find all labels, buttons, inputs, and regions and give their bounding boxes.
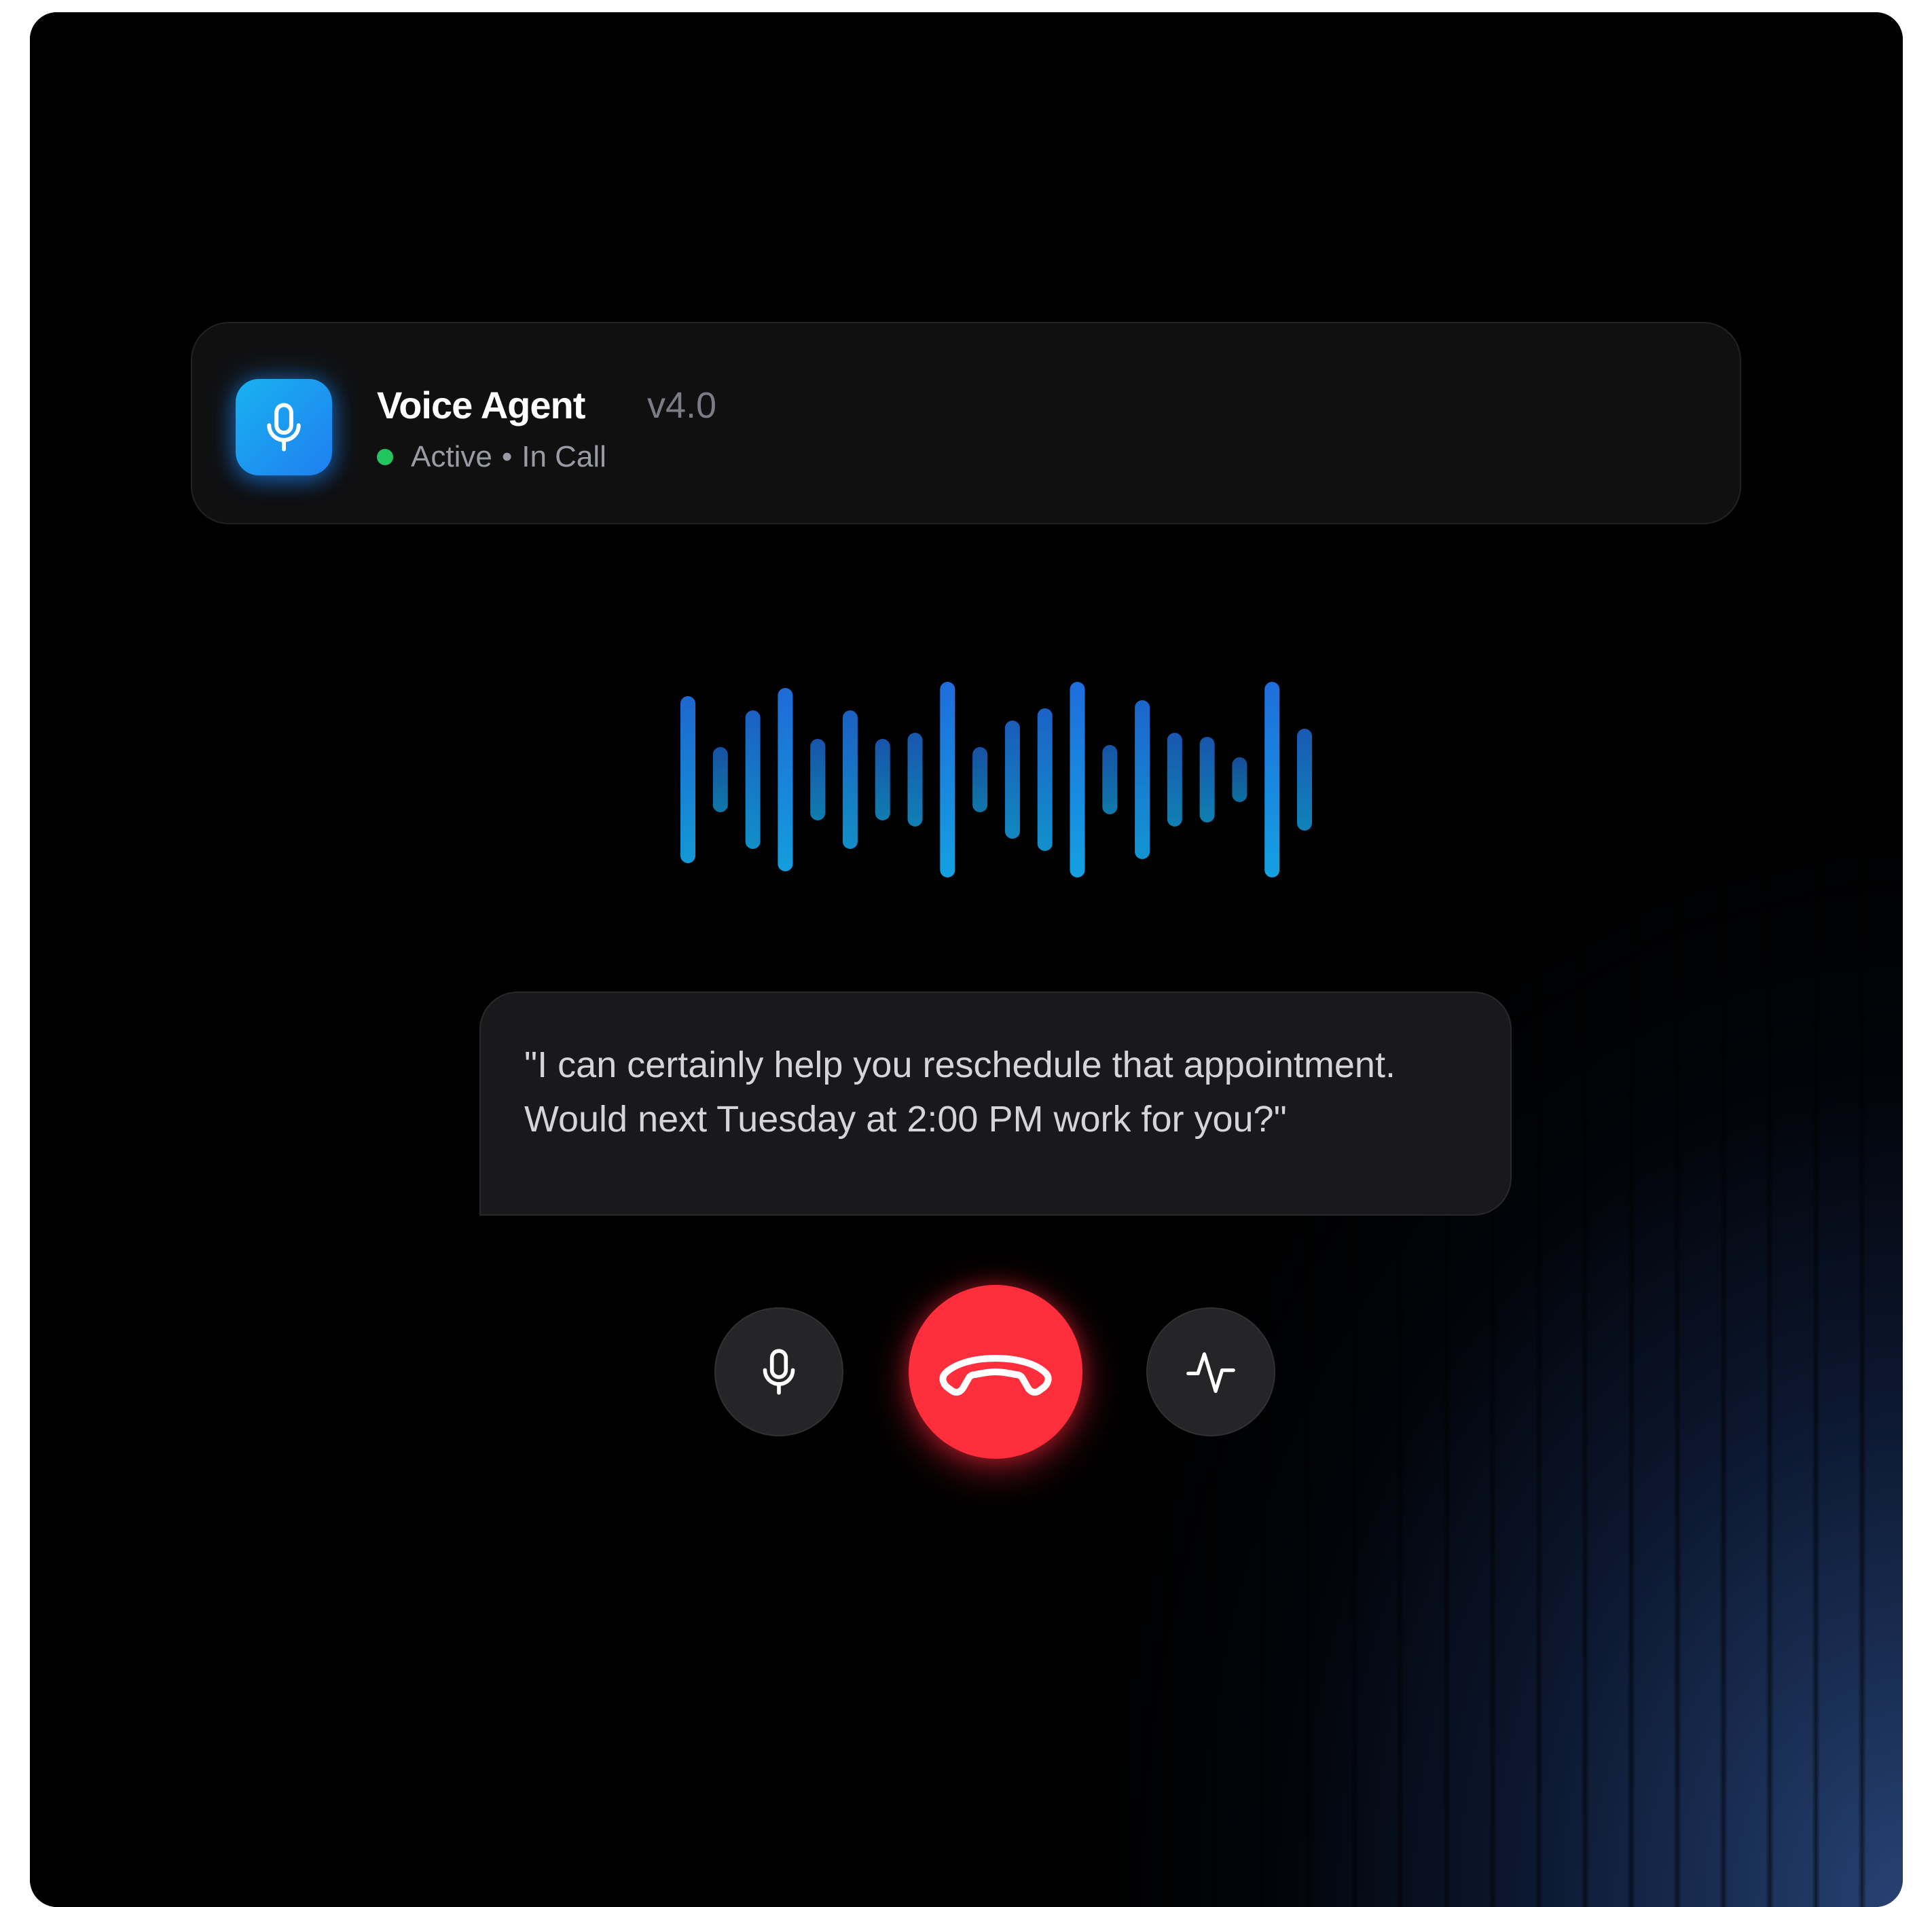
call-state-label: In Call bbox=[522, 440, 606, 473]
audio-waveform bbox=[680, 682, 1312, 877]
agent-header-card: Voice Agent v4.0 Active • In Call bbox=[191, 322, 1741, 524]
voice-agent-window: Voice Agent v4.0 Active • In Call "I can… bbox=[30, 12, 1903, 1907]
waveform-bar bbox=[940, 682, 955, 877]
status-label: Active bbox=[411, 440, 492, 473]
phone-hangup-icon bbox=[939, 1355, 1052, 1396]
waveform-bar bbox=[778, 688, 793, 871]
mute-microphone-button[interactable] bbox=[714, 1307, 843, 1436]
waveform-bar bbox=[1037, 708, 1053, 851]
waveform-bar bbox=[842, 710, 858, 849]
microphone-icon bbox=[763, 1349, 795, 1395]
waveform-bar bbox=[712, 747, 728, 812]
waveform-bar bbox=[1167, 733, 1182, 827]
status-dot bbox=[377, 449, 393, 465]
transcript-text: "I can certainly help you reschedule tha… bbox=[524, 1045, 1396, 1140]
waveform-bar bbox=[680, 696, 695, 863]
waveform-bar bbox=[1102, 745, 1118, 814]
waveform-bar bbox=[1297, 729, 1312, 831]
background-stripes bbox=[30, 12, 1903, 1907]
microphone-icon bbox=[267, 403, 301, 452]
agent-title: Voice Agent bbox=[377, 384, 585, 426]
activity-pulse-icon bbox=[1186, 1352, 1235, 1394]
status-separator: • bbox=[501, 440, 513, 473]
agent-avatar bbox=[236, 379, 332, 475]
waveform-bar bbox=[1004, 721, 1020, 839]
activity-button[interactable] bbox=[1146, 1307, 1275, 1436]
agent-version: v4.0 bbox=[647, 385, 717, 426]
waveform-bar bbox=[972, 747, 988, 812]
transcript-bubble: "I can certainly help you reschedule tha… bbox=[479, 992, 1512, 1216]
waveform-bar bbox=[1232, 757, 1247, 802]
status-row: Active • In Call bbox=[377, 440, 606, 474]
background-glow bbox=[30, 12, 1903, 1907]
waveform-bar bbox=[1199, 737, 1215, 822]
waveform-bar bbox=[1135, 700, 1150, 859]
waveform-bar bbox=[745, 710, 761, 849]
waveform-bar bbox=[907, 733, 923, 827]
waveform-bar bbox=[875, 739, 890, 820]
waveform-bar bbox=[810, 739, 826, 820]
end-call-button[interactable] bbox=[909, 1285, 1082, 1459]
waveform-bar bbox=[1264, 682, 1280, 877]
waveform-bar bbox=[1070, 682, 1085, 877]
